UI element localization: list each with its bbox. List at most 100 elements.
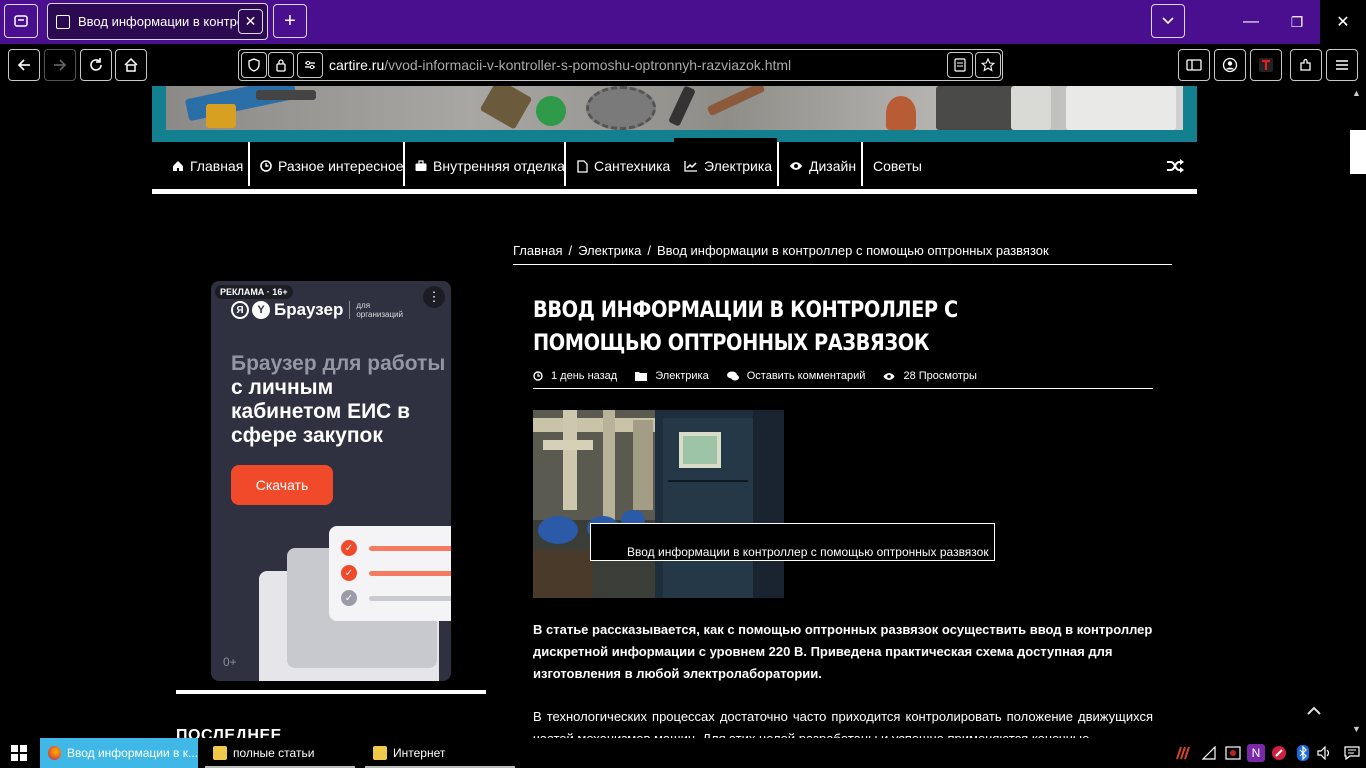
meta-date: 1 день назад: [533, 370, 617, 382]
scroll-to-top-button[interactable]: [1306, 698, 1322, 721]
arrow-right-icon: [54, 59, 67, 71]
url-text: cartire.ru/vvod-informacii-v-kontroller-…: [329, 57, 791, 73]
account-button[interactable]: [1214, 49, 1246, 81]
menu-item-electrics[interactable]: Электрика: [684, 142, 772, 190]
hamburger-icon: [1336, 60, 1348, 70]
random-post-button[interactable]: [1166, 142, 1184, 190]
tracking-protection-icon[interactable]: [241, 52, 267, 78]
article-meta: 1 день назад Электрика Оставить коммента…: [533, 370, 995, 382]
navigation-toolbar: cartire.ru/vvod-informacii-v-kontroller-…: [0, 44, 1366, 86]
tab-close-button[interactable]: ✕: [238, 9, 263, 34]
meta-category[interactable]: Электрика: [635, 370, 709, 382]
restore-button[interactable]: ❐: [1274, 0, 1320, 44]
menu-item-tips[interactable]: Советы: [873, 142, 922, 190]
home-icon: [173, 161, 183, 171]
forward-button[interactable]: [44, 49, 76, 81]
article-title: Ввод информации в контроллер с помощью о…: [533, 298, 958, 356]
menu-item-misc[interactable]: Разное интересное: [260, 142, 404, 190]
new-tab-button[interactable]: +: [273, 4, 307, 38]
taskbar-item-folder-internet[interactable]: Интернет: [365, 738, 515, 768]
extensions-button[interactable]: [1290, 49, 1322, 81]
windows-taskbar: Ввод информации в к... полные статьи Инт…: [0, 738, 1366, 768]
bookmark-star-icon[interactable]: [975, 52, 1001, 78]
home-icon: [124, 57, 138, 72]
taskbar-item-browser[interactable]: Ввод информации в к...: [40, 738, 198, 768]
article-body: В технологических процессах достаточно ч…: [533, 709, 1153, 738]
network-icon[interactable]: [1200, 744, 1218, 762]
account-icon: [1222, 57, 1238, 73]
file-icon: [577, 159, 588, 173]
menu-separator: [248, 142, 250, 186]
folder-icon: [373, 746, 387, 760]
ad-download-button[interactable]: Скачать: [231, 465, 333, 505]
scroll-up-arrow-icon[interactable]: ▲: [1352, 88, 1361, 98]
bluetooth-icon[interactable]: [1294, 744, 1312, 762]
app-menu-button[interactable]: [1326, 49, 1358, 81]
menu-separator: [564, 142, 566, 186]
scroll-down-arrow-icon[interactable]: ▼: [1352, 724, 1361, 734]
close-window-button[interactable]: ✕: [1320, 0, 1366, 44]
chart-icon: [684, 161, 697, 172]
menu-item-home[interactable]: Главная: [172, 142, 243, 190]
ad-headline-white: с личным кабинетом ЕИС в сфере закупок: [231, 376, 411, 447]
eye-icon: [883, 372, 895, 380]
notifications-icon[interactable]: [1343, 744, 1361, 762]
firefox-icon: [48, 746, 61, 760]
reload-button[interactable]: [80, 49, 112, 81]
windows-logo-icon: [11, 745, 27, 761]
address-bar[interactable]: cartire.ru/vvod-informacii-v-kontroller-…: [238, 49, 1003, 81]
article-featured-image[interactable]: [533, 410, 784, 598]
reader-view-icon[interactable]: [947, 52, 973, 78]
extension-button[interactable]: [1250, 49, 1282, 81]
checklist-line: [369, 571, 451, 576]
advertisement-banner[interactable]: РЕКЛАМА · 16+ ⋮ Я Y Браузер для организа…: [211, 281, 451, 681]
main-menu: Главная Разное интересное Внутренняя отд…: [152, 138, 1197, 190]
tray-display-icon[interactable]: [1224, 744, 1242, 762]
meta-date-text: 1 день назад: [551, 370, 618, 382]
url-host: cartire.ru: [329, 57, 385, 73]
volume-icon[interactable]: [1316, 744, 1334, 762]
menu-item-plumbing[interactable]: Сантехника: [577, 142, 670, 190]
ad-options-button[interactable]: ⋮: [423, 286, 445, 308]
permissions-icon[interactable]: [297, 52, 323, 78]
checklist-line: [369, 546, 451, 551]
menu-label: Разное интересное: [278, 158, 404, 174]
tray-app-icon[interactable]: [1174, 744, 1192, 762]
url-path: /vvod-informacii-v-kontroller-s-pomoshu-…: [384, 57, 792, 73]
page-scrollbar[interactable]: ▲ ▼: [1350, 86, 1366, 738]
ad-checklist-illustration: ✓ ✓ ✓: [329, 526, 451, 621]
menu-separator: [777, 142, 779, 186]
check-icon: ✓: [341, 565, 357, 581]
puzzle-icon: [1300, 58, 1311, 71]
tray-red-app-icon[interactable]: [1270, 744, 1288, 762]
menu-item-design[interactable]: Дизайн: [789, 142, 856, 190]
menu-item-interior[interactable]: Внутренняя отделка: [415, 142, 565, 190]
ad-label-badge: РЕКЛАМА · 16+: [215, 285, 293, 299]
tab-active[interactable]: Ввод информации в контрол ✕: [47, 3, 268, 40]
screen: Ввод информации в контрол ✕ + — ❐ ✕ cart…: [0, 0, 1366, 768]
ad-brand-name: Браузер: [274, 300, 344, 319]
minimize-button[interactable]: —: [1228, 0, 1274, 44]
meta-views: 28 Просмотры: [883, 370, 977, 382]
scrollbar-thumb[interactable]: [1350, 130, 1366, 174]
breadcrumb-divider: [513, 264, 1172, 265]
ad-headline-grey: Браузер для работы: [231, 352, 446, 375]
tray-n-app-icon[interactable]: N: [1247, 744, 1265, 762]
breadcrumb-home[interactable]: Главная: [513, 243, 562, 258]
site-header-banner[interactable]: [152, 86, 1197, 142]
start-button[interactable]: [0, 738, 38, 768]
lock-icon[interactable]: [268, 52, 294, 78]
chevron-up-icon: [1307, 706, 1321, 715]
list-all-tabs-button[interactable]: [1151, 4, 1185, 38]
taskbar-item-folder-articles[interactable]: полные статьи: [205, 738, 355, 768]
sidebar-button[interactable]: [1178, 49, 1210, 81]
home-button[interactable]: [115, 49, 147, 81]
briefcase-icon: [415, 160, 427, 171]
ad-headline: Браузер для работы с личным кабинетом ЕИ…: [231, 352, 446, 448]
taskbar-item-label: Ввод информации в к...: [66, 746, 198, 760]
tab-bar: Ввод информации в контрол ✕ + — ❐ ✕: [0, 0, 1366, 44]
breadcrumb-category[interactable]: Электрика: [578, 243, 641, 258]
meta-comments[interactable]: Оставить комментарий: [726, 370, 865, 382]
back-button[interactable]: [8, 49, 40, 81]
tab-overview-button[interactable]: [4, 4, 38, 38]
